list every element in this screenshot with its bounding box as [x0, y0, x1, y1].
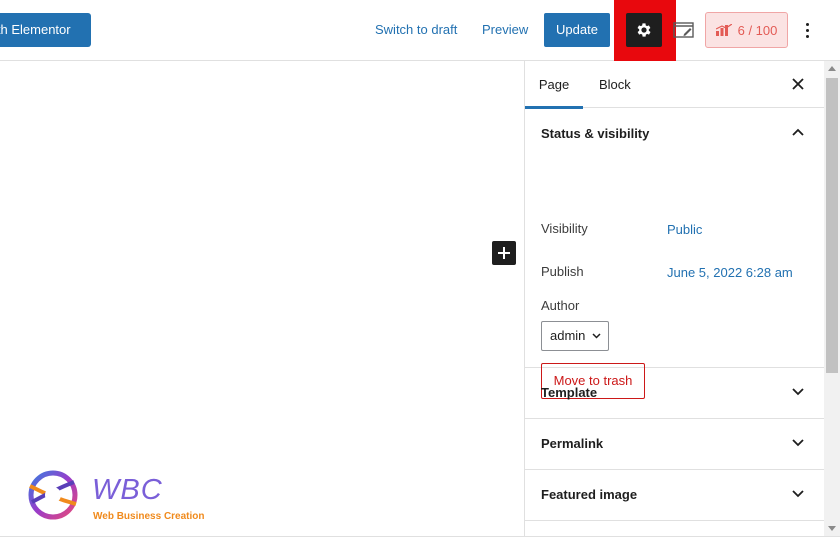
publish-date-link[interactable]: June 5, 2022 6:28 am [667, 265, 793, 280]
permalink-toggle[interactable]: Permalink [525, 419, 824, 469]
author-select[interactable]: admin [541, 321, 609, 351]
visibility-label: Visibility [541, 221, 588, 236]
add-block-button[interactable] [492, 241, 516, 265]
template-toggle[interactable]: Template [525, 368, 824, 418]
featured-image-title: Featured image [541, 487, 638, 502]
brand-title: WBC [92, 474, 163, 506]
plus-icon [498, 247, 510, 259]
more-options-icon[interactable] [798, 17, 816, 43]
switch-to-draft-button[interactable]: Switch to draft [375, 22, 457, 37]
visibility-value-link[interactable]: Public [667, 222, 702, 237]
sidebar-tabs: Page Block [525, 61, 824, 109]
author-selected-value: admin [550, 328, 586, 343]
score-chart-icon [715, 24, 732, 36]
permalink-title: Permalink [541, 436, 604, 451]
permalink-panel: Permalink [525, 419, 824, 470]
tab-block[interactable]: Block [599, 61, 631, 108]
close-icon[interactable] [790, 76, 806, 92]
tab-page[interactable]: Page [525, 61, 583, 109]
scroll-down-arrow-icon[interactable] [828, 526, 836, 531]
settings-button[interactable] [626, 13, 662, 47]
bottom-edge [0, 536, 840, 550]
settings-sidebar: Page Block Status & visibility Visibilit… [524, 61, 824, 536]
sidebar-scrollbar[interactable] [824, 61, 840, 536]
status-visibility-panel: Status & visibility Visibility Public Pu… [525, 108, 824, 399]
scroll-up-arrow-icon[interactable] [828, 66, 836, 71]
author-label: Author [541, 298, 580, 313]
editor-canvas[interactable] [0, 61, 524, 536]
editor-header: ith Elementor Switch to draft Preview Up… [0, 0, 840, 62]
gear-icon [637, 23, 651, 37]
status-visibility-title: Status & visibility [541, 126, 650, 141]
chevron-up-icon [792, 128, 804, 136]
edit-with-elementor-label: ith Elementor [0, 22, 71, 37]
brand-subtitle: Web Business Creation [93, 511, 205, 522]
wbc-logo-icon [28, 470, 78, 520]
featured-image-toggle[interactable]: Featured image [525, 470, 824, 520]
scrollbar-thumb[interactable] [826, 78, 838, 373]
preview-button[interactable]: Preview [482, 22, 528, 37]
seo-score-badge[interactable]: 6 / 100 [705, 12, 788, 48]
seo-score-value: 6 / 100 [737, 22, 778, 38]
chevron-down-icon [592, 333, 601, 339]
chevron-down-icon [792, 439, 804, 447]
featured-image-panel: Featured image [525, 470, 824, 521]
status-visibility-toggle[interactable]: Status & visibility [525, 108, 824, 160]
edit-note-icon[interactable] [673, 21, 695, 39]
update-button[interactable]: Update [544, 13, 610, 47]
chevron-down-icon [792, 490, 804, 498]
chevron-down-icon [792, 388, 804, 396]
publish-label: Publish [541, 264, 584, 279]
template-title: Template [541, 385, 598, 400]
edit-with-elementor-button[interactable]: ith Elementor [0, 13, 91, 47]
template-panel: Template [525, 368, 824, 419]
